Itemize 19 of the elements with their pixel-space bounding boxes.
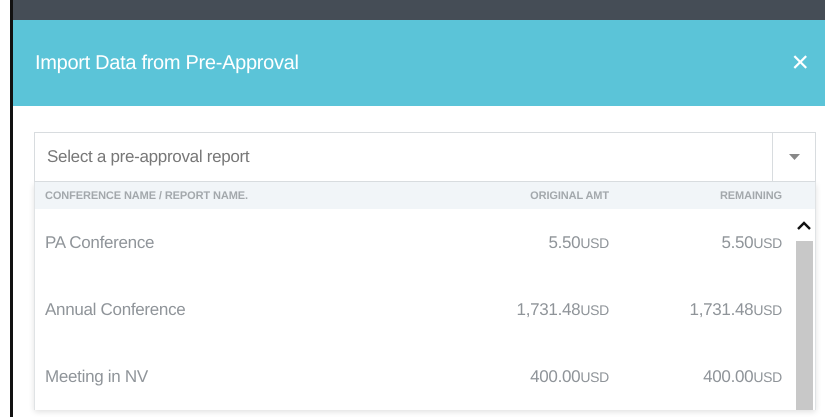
caret-icon (788, 154, 800, 160)
amount-cell: 400.00USD (530, 366, 609, 386)
report-name[interactable]: Annual Conference (35, 276, 449, 343)
column-header: CONFERENCE NAME / REPORT NAME. (35, 182, 449, 209)
report-name[interactable]: PA Conference (35, 209, 449, 276)
amount-cell: 5.50USD (721, 232, 782, 252)
amount-cell: 400.00USD (703, 366, 782, 386)
scroll-up-icon[interactable] (797, 220, 811, 230)
report-select-field[interactable]: Select a pre-approval report (34, 132, 772, 182)
column-header: REMAINING (609, 182, 815, 209)
amount-cell: 1,731.48USD (516, 300, 609, 320)
amount-cell: 5.50USD (548, 232, 609, 252)
column-header: ORIGINAL AMT (449, 182, 609, 209)
amount-cell: 1,731.48USD (690, 300, 782, 320)
dropdown-button[interactable] (772, 132, 816, 182)
report-name[interactable]: Meeting in NV (35, 343, 449, 410)
dialog-title: Import Data from Pre-Approval (35, 52, 299, 74)
close-button[interactable]: × (787, 48, 813, 78)
scrollbar-thumb[interactable] (796, 241, 812, 410)
